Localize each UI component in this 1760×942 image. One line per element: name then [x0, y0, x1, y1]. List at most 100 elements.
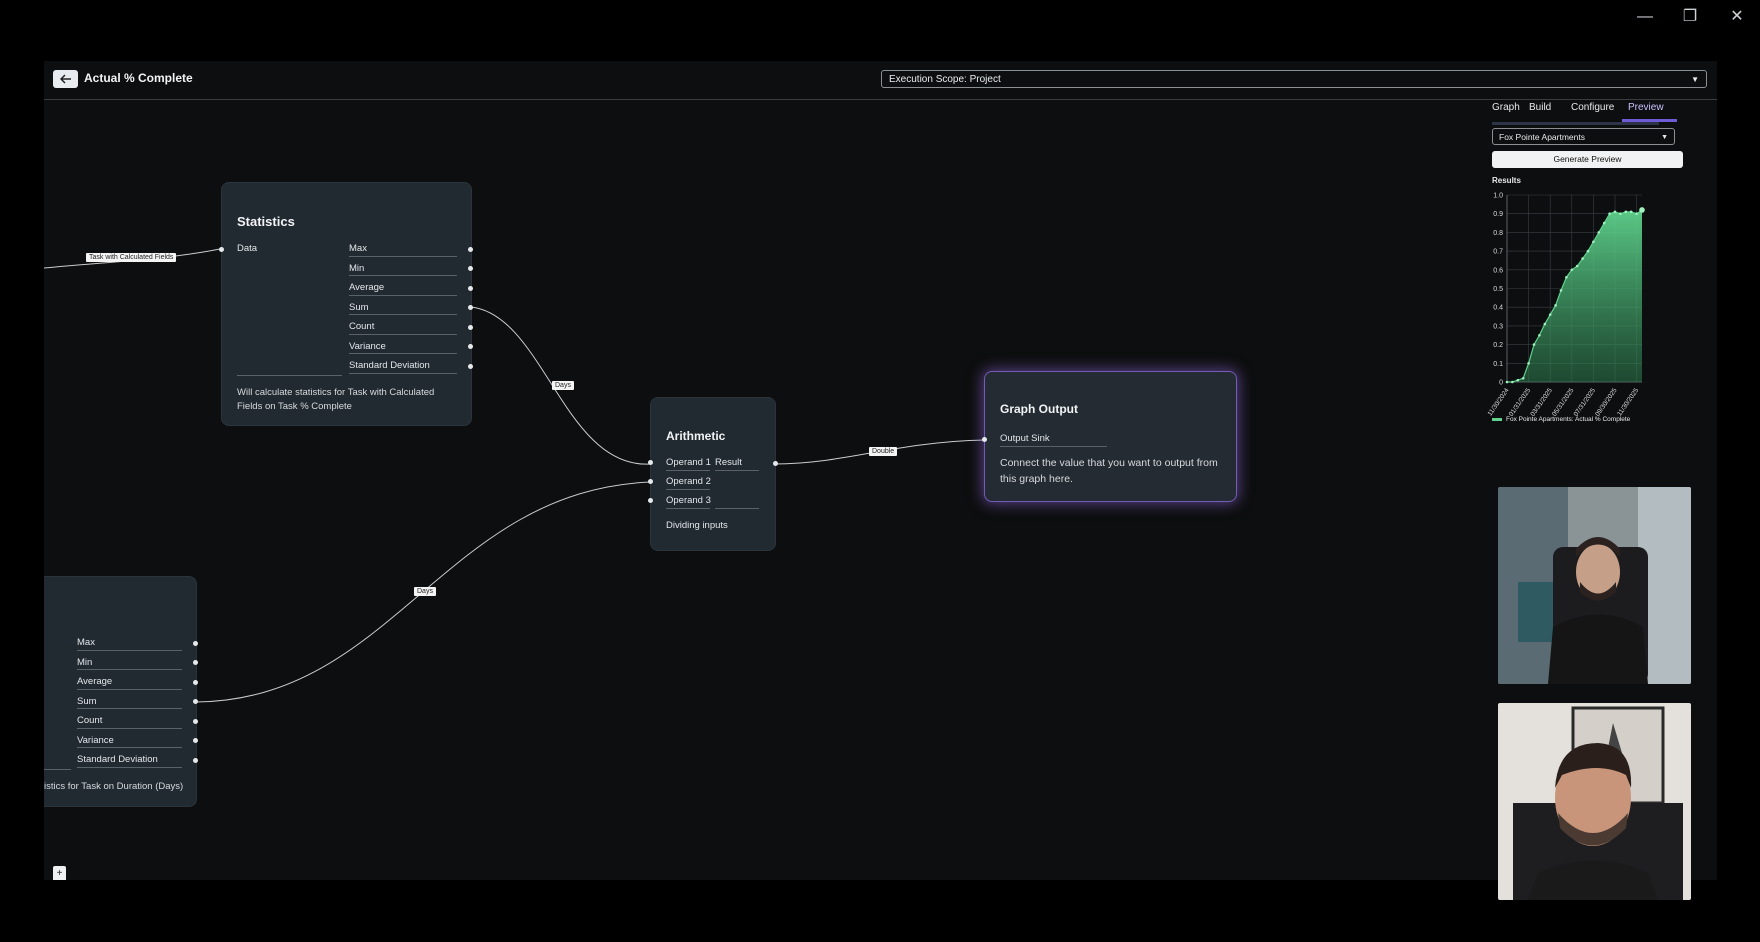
tab-track	[1492, 122, 1659, 125]
data-point	[1570, 268, 1574, 272]
data-point	[1505, 380, 1509, 384]
y-tick-label: 0.1	[1493, 361, 1503, 368]
output-dot-standard-deviation[interactable]	[193, 758, 198, 763]
output-dot-max[interactable]	[468, 247, 473, 252]
graph-canvas[interactable]: Task with Calculated Fields Days Days Do…	[44, 100, 1459, 880]
y-tick-label: 1.0	[1493, 193, 1503, 200]
tab-graph[interactable]: Graph	[1492, 102, 1520, 113]
data-point	[1624, 210, 1628, 214]
y-tick-label: 0.7	[1493, 249, 1503, 256]
y-tick-label: 0.3	[1493, 323, 1503, 330]
divider	[77, 708, 182, 709]
chevron-down-icon: ▼	[1661, 134, 1668, 141]
edge-label-double[interactable]: Double	[869, 447, 898, 456]
output-dot-count[interactable]	[193, 719, 198, 724]
output-port-average: Average	[77, 676, 113, 687]
output-dot-min[interactable]	[468, 266, 473, 271]
input-port-data[interactable]	[219, 247, 224, 252]
close-icon[interactable]: ✕	[1722, 6, 1752, 28]
legend-swatch	[1492, 418, 1502, 421]
output-dot-variance[interactable]	[468, 344, 473, 349]
divider	[237, 375, 342, 376]
input-port-operand-2: Operand 2	[666, 476, 711, 487]
output-port-variance: Variance	[349, 341, 386, 352]
input-dot-operand-2[interactable]	[648, 479, 653, 484]
back-button[interactable]	[53, 70, 78, 88]
chevron-down-icon: ▼	[1691, 75, 1699, 84]
divider	[77, 767, 182, 768]
node-title: Graph Output	[1000, 402, 1078, 416]
arithmetic-node[interactable]: Arithmetic Operand 1 Operand 2 Operand 3…	[648, 398, 778, 550]
data-point	[1511, 380, 1514, 384]
input-dot-output-sink[interactable]	[982, 437, 987, 442]
minimize-icon[interactable]: —	[1630, 6, 1660, 28]
edge-label-days-2[interactable]: Days	[414, 587, 436, 596]
data-point	[1543, 322, 1547, 326]
divider	[77, 689, 182, 690]
graph-output-node[interactable]: Graph Output Output Sink Connect the val…	[982, 372, 1236, 501]
tab-preview[interactable]: Preview	[1628, 102, 1664, 113]
divider	[715, 508, 759, 509]
data-point	[1602, 221, 1606, 225]
output-port-max: Max	[77, 637, 95, 648]
input-port-output-sink: Output Sink	[1000, 433, 1050, 444]
output-dot-count[interactable]	[468, 325, 473, 330]
execution-scope-select[interactable]: Execution Scope: Project ▼	[881, 70, 1707, 88]
statistics-node-2[interactable]: Max Min Average Sum Count Variance Stand…	[44, 577, 198, 806]
preview-panel: Graph Build Configure Preview Fox Pointe…	[1462, 100, 1717, 900]
zoom-in-icon[interactable]: +	[57, 866, 63, 880]
output-dot-standard-deviation[interactable]	[468, 364, 473, 369]
output-dot-sum[interactable]	[468, 305, 473, 310]
statistics-node[interactable]: Statistics Data Max Min Average Sum Coun…	[219, 183, 473, 425]
results-chart: 0 0.1 0.2 0.3 0.4 0.5 0.6 0.7 0.8 0.9 1.0 11/30/202…	[1487, 193, 1645, 423]
divider	[349, 373, 457, 374]
participant-video-2	[1498, 703, 1691, 900]
tab-configure[interactable]: Configure	[1571, 102, 1614, 113]
node-description: Connect the value that you want to outpu…	[1000, 457, 1218, 485]
divider	[349, 314, 457, 315]
output-dot-result[interactable]	[773, 461, 778, 466]
output-dot-max[interactable]	[193, 641, 198, 646]
input-port-operand-3: Operand 3	[666, 495, 711, 506]
node-title: Arithmetic	[666, 429, 726, 443]
divider	[1000, 446, 1107, 447]
project-select[interactable]: Fox Pointe Apartments ▼	[1492, 128, 1675, 145]
divider	[349, 295, 457, 296]
output-dot-average[interactable]	[193, 680, 198, 685]
output-port-max: Max	[349, 243, 367, 254]
node-footer: Dividing inputs	[666, 520, 728, 531]
input-dot-operand-3[interactable]	[648, 498, 653, 503]
data-point	[1608, 212, 1611, 215]
output-dot-variance[interactable]	[193, 738, 198, 743]
output-dot-min[interactable]	[193, 660, 198, 665]
divider	[77, 669, 182, 670]
data-point	[1532, 343, 1536, 346]
y-tick-label: 0.5	[1493, 286, 1503, 293]
data-point	[1538, 333, 1541, 337]
output-port-standard-deviation: Standard Deviation	[349, 360, 430, 371]
tab-build[interactable]: Build	[1529, 102, 1551, 113]
top-bar: Actual % Complete Execution Scope: Proje…	[44, 61, 1717, 100]
input-dot-operand-1[interactable]	[648, 460, 653, 465]
y-tick-label: 0	[1499, 380, 1503, 387]
edge-label-input[interactable]: Task with Calculated Fields	[86, 253, 177, 262]
x-tick-label: 11/30/2024	[1487, 387, 1511, 418]
output-dot-average[interactable]	[468, 286, 473, 291]
node-description: istics for Task on Duration (Days)	[44, 781, 184, 792]
divider	[349, 334, 457, 335]
participant-2-image	[1498, 703, 1691, 900]
data-point	[1548, 313, 1552, 316]
edge-label-days-1[interactable]: Days	[552, 381, 574, 390]
output-dot-sum[interactable]	[193, 699, 198, 704]
series-area	[1507, 209, 1642, 382]
data-point	[1597, 231, 1601, 234]
restore-icon[interactable]: ❐	[1675, 6, 1705, 28]
data-point	[1565, 275, 1568, 279]
arrow-left-icon	[59, 74, 71, 84]
data-point	[1586, 249, 1590, 253]
divider	[666, 489, 710, 490]
generate-preview-button[interactable]: Generate Preview	[1492, 151, 1683, 168]
data-point	[1527, 362, 1530, 365]
results-label: Results	[1492, 176, 1521, 185]
y-tick-label: 0.4	[1493, 305, 1503, 312]
